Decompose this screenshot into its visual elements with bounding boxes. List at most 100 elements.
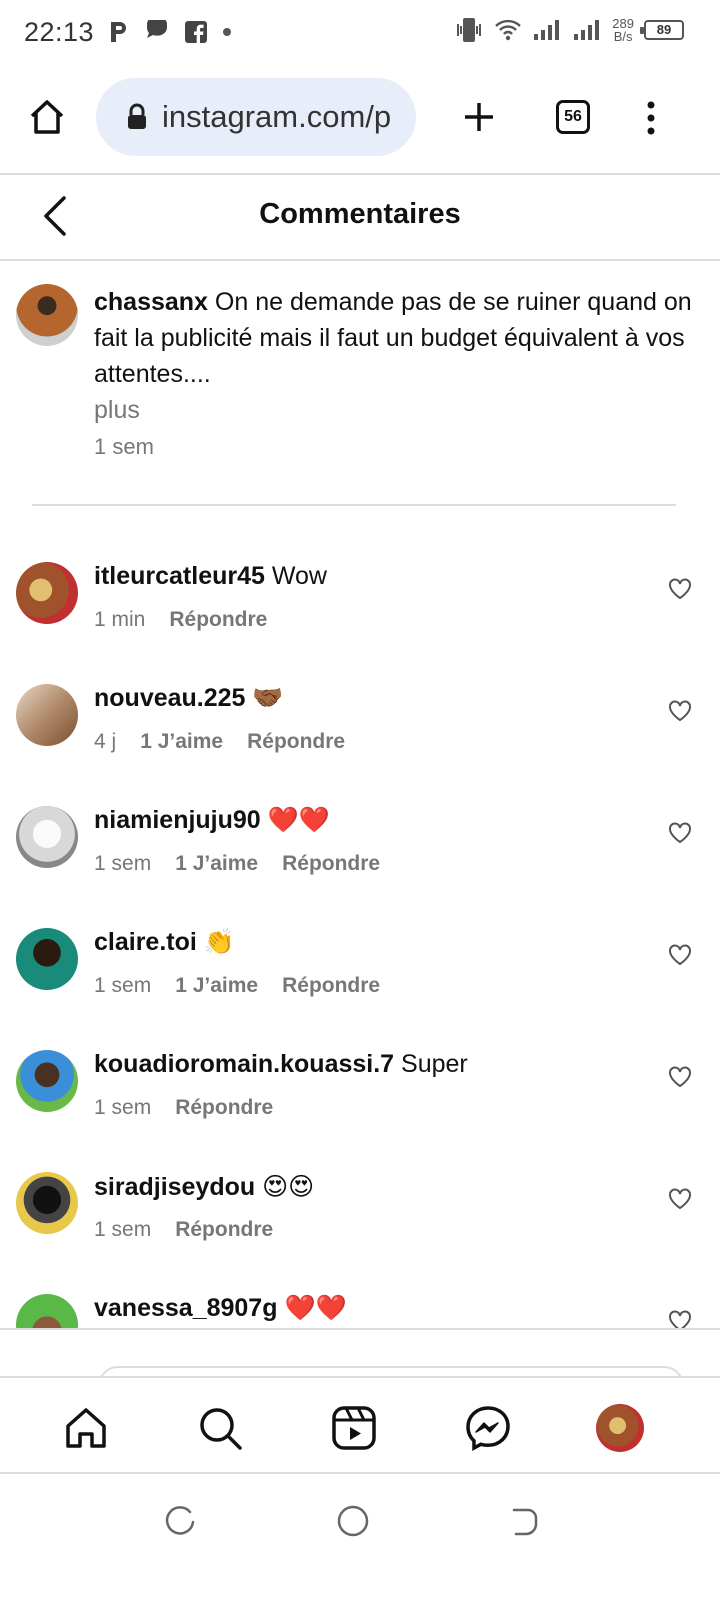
lock-icon — [128, 103, 146, 129]
caption-timestamp: 1 sem — [94, 434, 154, 459]
comment-username[interactable]: kouadioromain.kouassi.7 — [94, 1050, 394, 1078]
comment-meta: 1 sem 1 J’aime Répondre — [94, 974, 380, 998]
comment-item: vanessa_8907g ❤️❤️ — [16, 1272, 706, 1328]
like-heart-icon[interactable] — [668, 578, 692, 600]
reply-button[interactable]: Répondre — [282, 852, 380, 876]
url-bar[interactable]: instagram.com/p — [96, 78, 416, 156]
dot-icon — [223, 28, 232, 36]
notification-icons — [108, 20, 232, 44]
avatar[interactable] — [16, 1050, 78, 1112]
comment-timestamp: 1 min — [94, 608, 146, 631]
reply-button[interactable]: Répondre — [169, 608, 267, 632]
comment-item: itleurcatleur45 Wow 1 min Répondre — [16, 540, 706, 650]
comment-body: 👏 — [203, 928, 235, 956]
recents-icon[interactable] — [164, 1506, 196, 1538]
comment-meta: 4 j 1 J’aime Répondre — [94, 730, 345, 754]
url-text: instagram.com/p — [162, 99, 392, 134]
comment-text: nouveau.225 🤝🏾 — [94, 684, 284, 713]
tab-switcher-button[interactable]: 56 — [556, 100, 590, 134]
comment-item: siradjiseydou 😍😍 1 sem Répondre — [16, 1150, 706, 1260]
comment-username[interactable]: siradjiseydou — [94, 1173, 255, 1201]
system-back-icon[interactable] — [508, 1506, 540, 1538]
comment-body: 😍😍 — [262, 1173, 315, 1201]
like-count[interactable]: 1 J’aime — [175, 852, 258, 876]
facebook-notification-icon — [185, 21, 208, 43]
divider — [0, 1328, 720, 1330]
comment-timestamp: 1 sem — [94, 1218, 152, 1241]
divider — [0, 259, 720, 261]
avatar[interactable] — [16, 1172, 78, 1234]
comment-body: ❤️❤️ — [267, 806, 330, 834]
reels-icon[interactable] — [330, 1404, 378, 1452]
signal-icon-1 — [534, 20, 560, 40]
caption-username[interactable]: chassanx — [94, 288, 208, 316]
messenger-icon[interactable] — [464, 1404, 512, 1452]
comment-username[interactable]: claire.toi — [94, 928, 197, 956]
comment-username[interactable]: vanessa_8907g — [94, 1294, 277, 1322]
battery-indicator: 89 — [640, 20, 684, 40]
vibrate-icon — [457, 18, 482, 42]
comment-list: itleurcatleur45 Wow 1 min Répondre nouve… — [0, 540, 720, 1328]
comment-item: claire.toi 👏 1 sem 1 J’aime Répondre — [16, 906, 706, 1016]
reply-button[interactable]: Répondre — [175, 1218, 273, 1242]
comment-meta: 1 sem 1 J’aime Répondre — [94, 852, 380, 876]
wifi-icon — [495, 19, 522, 41]
browser-home-icon[interactable] — [28, 98, 66, 136]
comment-text: itleurcatleur45 Wow — [94, 562, 327, 591]
browser-toolbar: instagram.com/p 56 — [0, 64, 720, 174]
avatar[interactable] — [16, 684, 78, 746]
like-count[interactable]: 1 J’aime — [175, 974, 258, 998]
comment-item: niamienjuju90 ❤️❤️ 1 sem 1 J’aime Répond… — [16, 784, 706, 894]
chat-notification-icon — [147, 20, 168, 38]
network-speed-unit: B/s — [613, 29, 633, 44]
like-count[interactable]: 1 J’aime — [140, 730, 223, 754]
comment-body: ❤️❤️ — [284, 1294, 347, 1322]
comment-body: Wow — [271, 562, 327, 590]
comment-text: siradjiseydou 😍😍 — [94, 1172, 314, 1202]
comment-text: niamienjuju90 ❤️❤️ — [94, 806, 330, 835]
avatar[interactable] — [16, 928, 78, 990]
p-app-icon — [111, 22, 127, 42]
reply-button[interactable]: Répondre — [282, 974, 380, 998]
bottom-nav — [0, 1376, 720, 1474]
avatar[interactable] — [16, 806, 78, 868]
signal-icon-2 — [574, 20, 600, 40]
page-title: Commentaires — [259, 198, 461, 230]
comment-username[interactable]: nouveau.225 — [94, 684, 245, 712]
like-heart-icon[interactable] — [668, 1310, 692, 1328]
new-tab-icon[interactable] — [462, 100, 496, 134]
comment-timestamp: 4 j — [94, 730, 117, 753]
like-heart-icon[interactable] — [668, 944, 692, 966]
more-link[interactable]: plus — [94, 392, 706, 428]
status-bar: 22:13 289 B/s 89 — [0, 0, 720, 64]
comment-text: kouadioromain.kouassi.7 Super — [94, 1050, 468, 1079]
avatar[interactable] — [16, 284, 78, 346]
comment-username[interactable]: itleurcatleur45 — [94, 562, 265, 590]
browser-menu-icon[interactable] — [642, 100, 660, 136]
search-icon[interactable] — [196, 1404, 244, 1452]
profile-avatar[interactable] — [596, 1404, 644, 1452]
like-heart-icon[interactable] — [668, 1188, 692, 1210]
caption-text: chassanx On ne demande pas de se ruiner … — [94, 284, 706, 428]
comment-meta: 1 sem Répondre — [94, 1218, 273, 1242]
comment-meta: 1 min Répondre — [94, 608, 267, 632]
comment-item: nouveau.225 🤝🏾 4 j 1 J’aime Répondre — [16, 662, 706, 772]
like-heart-icon[interactable] — [668, 1066, 692, 1088]
comment-username[interactable]: niamienjuju90 — [94, 806, 261, 834]
like-heart-icon[interactable] — [668, 700, 692, 722]
comment-meta: 1 sem Répondre — [94, 1096, 273, 1120]
divider — [0, 173, 720, 175]
like-heart-icon[interactable] — [668, 822, 692, 844]
reply-button[interactable]: Répondre — [175, 1096, 273, 1120]
avatar[interactable] — [16, 562, 78, 624]
comment-body: Super — [401, 1050, 468, 1078]
system-home-icon[interactable] — [336, 1504, 370, 1538]
status-right: 289 B/s 89 — [454, 16, 684, 44]
home-icon[interactable] — [62, 1404, 110, 1452]
status-time: 22:13 — [24, 16, 95, 47]
comment-timestamp: 1 sem — [94, 974, 152, 997]
reply-button[interactable]: Répondre — [247, 730, 345, 754]
comment-body: 🤝🏾 — [252, 684, 284, 712]
avatar[interactable] — [16, 1294, 78, 1328]
system-navigation-bar — [0, 1476, 720, 1600]
